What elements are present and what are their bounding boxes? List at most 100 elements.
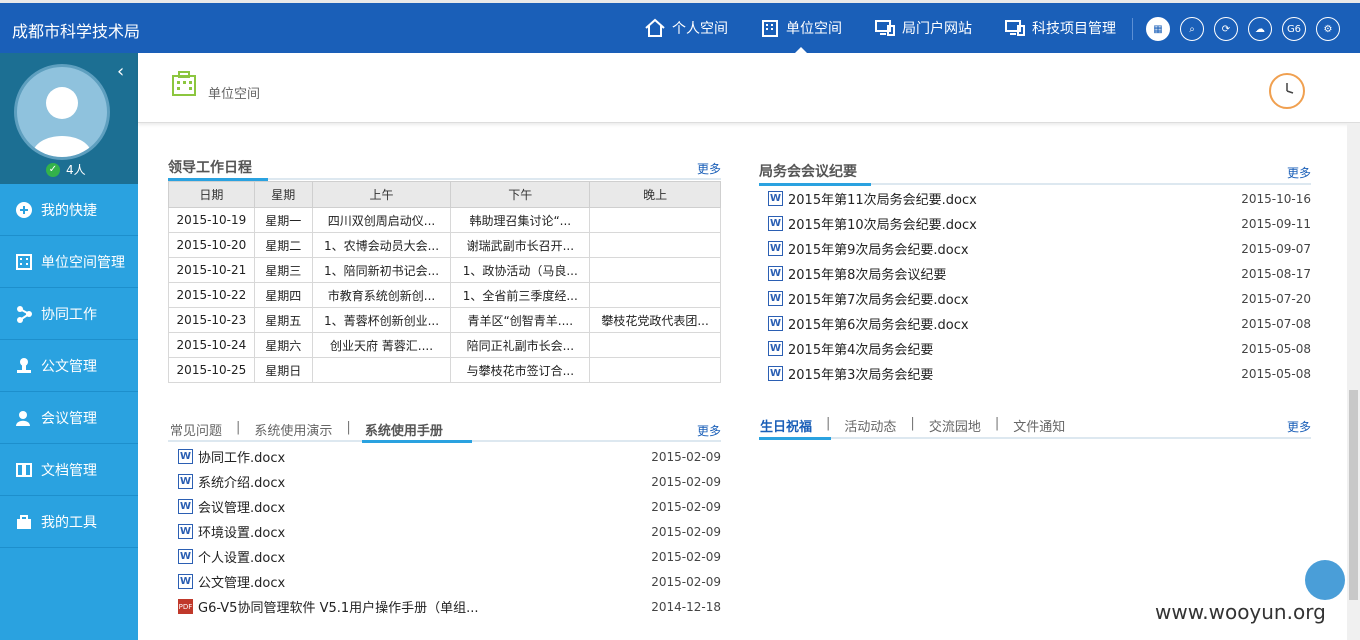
table-cell[interactable]: 1、菁蓉杯创新创业... bbox=[311, 307, 452, 333]
sidebar-item-doc-management[interactable]: 文档管理 bbox=[0, 444, 138, 496]
list-item[interactable]: W 2015年第3次局务会纪要 2015-05-08 bbox=[768, 361, 1311, 386]
table-cell[interactable]: 创业天府 菁蓉汇.... bbox=[311, 332, 452, 358]
table-cell[interactable]: 市教育系统创新创... bbox=[311, 282, 452, 308]
list-item-title[interactable]: 2015年第3次局务会纪要 bbox=[788, 364, 933, 383]
table-cell[interactable] bbox=[589, 332, 721, 358]
list-item-title[interactable]: 协同工作.docx bbox=[198, 447, 285, 466]
table-cell[interactable] bbox=[311, 357, 452, 383]
list-item[interactable]: W 系统介绍.docx 2015-02-09 bbox=[178, 469, 721, 494]
tab-demo[interactable]: 系统使用演示 bbox=[254, 420, 332, 439]
tab-manual[interactable]: 系统使用手册 bbox=[365, 420, 443, 439]
profile-area: ‹ ✓ 4人 bbox=[0, 53, 138, 184]
list-item[interactable]: W 环境设置.docx 2015-02-09 bbox=[178, 519, 721, 544]
table-cell[interactable]: 谢瑞武副市长召开... bbox=[450, 232, 591, 258]
list-item-title[interactable]: 2015年第7次局务会纪要.docx bbox=[788, 289, 969, 308]
check-icon: ✓ bbox=[46, 162, 60, 177]
table-cell[interactable]: 攀枝花党政代表团... bbox=[589, 307, 721, 333]
sidebar-item-collaboration[interactable]: 协同工作 bbox=[0, 288, 138, 340]
sidebar-item-documents[interactable]: 公文管理 bbox=[0, 340, 138, 392]
tab-notices[interactable]: 文件通知 bbox=[1013, 416, 1065, 435]
table-cell: 星期日 bbox=[253, 357, 313, 383]
g6-icon[interactable]: G6 bbox=[1282, 17, 1306, 41]
list-item-title[interactable]: 2015年第11次局务会纪要.docx bbox=[788, 189, 977, 208]
table-cell[interactable] bbox=[589, 232, 721, 258]
meetings-title: 局务会会议纪要 bbox=[759, 164, 857, 180]
tab-birthday[interactable]: 生日祝福 bbox=[760, 416, 812, 435]
list-item[interactable]: W 个人设置.docx 2015-02-09 bbox=[178, 544, 721, 569]
list-item[interactable]: W 2015年第4次局务会纪要 2015-05-08 bbox=[768, 336, 1311, 361]
word-doc-icon: W bbox=[178, 449, 193, 464]
pdf-icon: PDF bbox=[178, 599, 193, 614]
list-item[interactable]: W 2015年第9次局务会纪要.docx 2015-09-07 bbox=[768, 236, 1311, 261]
scrollbar-thumb[interactable] bbox=[1349, 390, 1358, 600]
table-row: 2015-10-20 星期二 1、农博会动员大会... 谢瑞武副市长召开... bbox=[168, 232, 721, 258]
sidebar-item-label: 单位空间管理 bbox=[41, 254, 125, 271]
cloud-icon[interactable]: ☁ bbox=[1248, 17, 1272, 41]
list-item[interactable]: W 2015年第6次局务会纪要.docx 2015-07-08 bbox=[768, 311, 1311, 336]
table-cell[interactable]: 1、政协活动（马良... bbox=[450, 257, 591, 283]
table-cell[interactable]: 1、全省前三季度经... bbox=[450, 282, 591, 308]
list-item-title[interactable]: 个人设置.docx bbox=[198, 547, 285, 566]
search-icon[interactable]: ⌕ bbox=[1180, 17, 1204, 41]
nav-unit-space[interactable]: 单位空间 bbox=[760, 3, 842, 53]
sidebar-item-label: 协同工作 bbox=[41, 306, 97, 323]
table-cell[interactable]: 青羊区“创智青羊.... bbox=[450, 307, 591, 333]
table-cell[interactable] bbox=[589, 357, 721, 383]
list-item-title[interactable]: G6-V5协同管理软件 V5.1用户操作手册（单组... bbox=[198, 597, 479, 616]
refresh-icon[interactable]: ⟳ bbox=[1214, 17, 1238, 41]
sidebar-item-meetings[interactable]: 会议管理 bbox=[0, 392, 138, 444]
sidebar-item-shortcuts[interactable]: 我的快捷 bbox=[0, 184, 138, 236]
list-item-title[interactable]: 2015年第8次局务会议纪要 bbox=[788, 264, 946, 283]
gear-icon[interactable]: ⚙ bbox=[1316, 17, 1340, 41]
clock-icon[interactable] bbox=[1269, 73, 1305, 109]
table-cell[interactable] bbox=[589, 207, 721, 233]
list-item-title[interactable]: 2015年第6次局务会纪要.docx bbox=[788, 314, 969, 333]
nav-portal[interactable]: 局门户网站 bbox=[874, 3, 972, 53]
list-item[interactable]: PDF G6-V5协同管理软件 V5.1用户操作手册（单组... 2014-12-1… bbox=[178, 594, 721, 619]
table-cell[interactable]: 1、陪同新初书记会... bbox=[311, 257, 452, 283]
avatar[interactable] bbox=[14, 64, 110, 160]
plus-circle-icon bbox=[14, 200, 34, 220]
table-cell[interactable]: 韩助理召集讨论“... bbox=[450, 207, 591, 233]
nav-project-management[interactable]: 科技项目管理 bbox=[1004, 3, 1116, 53]
list-item[interactable]: W 2015年第11次局务会纪要.docx 2015-10-16 bbox=[768, 186, 1311, 211]
list-item-title[interactable]: 系统介绍.docx bbox=[198, 472, 285, 491]
schedule-more-link[interactable]: 更多 bbox=[697, 160, 721, 177]
word-doc-icon: W bbox=[768, 191, 783, 206]
list-item[interactable]: W 2015年第8次局务会议纪要 2015-08-17 bbox=[768, 261, 1311, 286]
building-icon bbox=[14, 252, 34, 272]
sidebar-item-unit-space-management[interactable]: 单位空间管理 bbox=[0, 236, 138, 288]
nav-personal-space[interactable]: 个人空间 bbox=[644, 3, 728, 53]
sidebar-item-tools[interactable]: 我的工具 bbox=[0, 496, 138, 548]
table-cell[interactable]: 1、农博会动员大会... bbox=[311, 232, 452, 258]
list-item-title[interactable]: 环境设置.docx bbox=[198, 522, 285, 541]
list-item-date: 2015-02-09 bbox=[651, 574, 721, 589]
list-item[interactable]: W 公文管理.docx 2015-02-09 bbox=[178, 569, 721, 594]
list-item-title[interactable]: 会议管理.docx bbox=[198, 497, 285, 516]
tab-exchange[interactable]: 交流园地 bbox=[929, 416, 981, 435]
list-item[interactable]: W 2015年第7次局务会纪要.docx 2015-07-20 bbox=[768, 286, 1311, 311]
table-cell[interactable] bbox=[589, 257, 721, 283]
grid-icon[interactable]: ▦ bbox=[1146, 17, 1170, 41]
meetings-more-link[interactable]: 更多 bbox=[1287, 164, 1311, 181]
table-cell[interactable]: 陪同正礼副市长会... bbox=[450, 332, 591, 358]
speaker-icon[interactable] bbox=[1305, 560, 1345, 600]
tab-separator: | bbox=[910, 416, 915, 431]
table-cell[interactable]: 四川双创周启动仪... bbox=[311, 207, 452, 233]
list-item[interactable]: W 2015年第10次局务会纪要.docx 2015-09-11 bbox=[768, 211, 1311, 236]
news-tabs: 生日祝福 | 活动动态 | 交流园地 | 文件通知 bbox=[760, 416, 1079, 435]
list-item-title[interactable]: 公文管理.docx bbox=[198, 572, 285, 591]
list-item-title[interactable]: 2015年第10次局务会纪要.docx bbox=[788, 214, 977, 233]
tab-activities[interactable]: 活动动态 bbox=[844, 416, 896, 435]
collapse-chevron-icon[interactable]: ‹ bbox=[117, 61, 124, 82]
list-item-title[interactable]: 2015年第4次局务会纪要 bbox=[788, 339, 933, 358]
table-row: 2015-10-23 星期五 1、菁蓉杯创新创业... 青羊区“创智青羊.... 攀枝花… bbox=[168, 307, 721, 333]
list-item[interactable]: W 协同工作.docx 2015-02-09 bbox=[178, 444, 721, 469]
list-item[interactable]: W 会议管理.docx 2015-02-09 bbox=[178, 494, 721, 519]
word-doc-icon: W bbox=[768, 366, 783, 381]
table-cell[interactable] bbox=[589, 282, 721, 308]
list-item-title[interactable]: 2015年第9次局务会纪要.docx bbox=[788, 239, 969, 258]
tab-faq[interactable]: 常见问题 bbox=[170, 420, 222, 439]
table-cell[interactable]: 与攀枝花市签订合... bbox=[450, 357, 591, 383]
word-doc-icon: W bbox=[768, 216, 783, 231]
